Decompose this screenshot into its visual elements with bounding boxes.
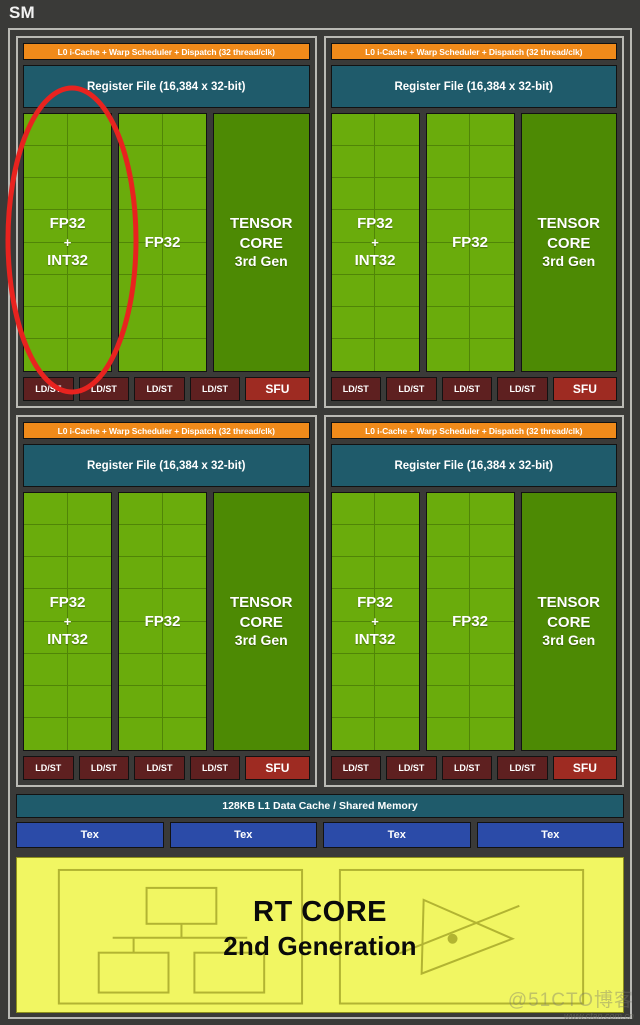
ldst-unit: LD/ST: [23, 377, 74, 401]
fp32-block: FP32: [118, 492, 207, 751]
ldst-unit: LD/ST: [330, 377, 382, 401]
ldst-unit: LD/ST: [189, 756, 241, 780]
core-row: FP32 + INT32 FP32 TENSOR CORE 3rd Gen: [23, 492, 310, 751]
fp32-label: FP32: [452, 233, 488, 251]
ldst-unit: LD/ST: [78, 377, 130, 401]
fp32-label: FP32: [144, 612, 181, 630]
rt-core-title: RT CORE: [253, 896, 387, 928]
tensor-core-block: TENSOR CORE 3rd Gen: [213, 113, 310, 372]
rt-core-subtitle: 2nd Generation: [223, 931, 417, 961]
rt-core-block: RT CORE 2nd Generation: [16, 857, 624, 1013]
warp-scheduler-bar: L0 i-Cache + Warp Scheduler + Dispatch (…: [23, 43, 310, 60]
core-row: FP32 + INT32 FP32 TENSOR CORE 3rd Gen: [330, 113, 617, 372]
tensor-core-label: TENSOR CORE 3rd Gen: [537, 215, 600, 269]
ldst-unit: LD/ST: [497, 377, 548, 401]
ldst-unit: LD/ST: [386, 377, 437, 401]
ldst-sfu-row: LD/ST LD/ST LD/ST LD/ST SFU: [23, 377, 310, 401]
tex-unit: Tex: [169, 822, 317, 848]
sm-architecture-diagram: SM L0 i-Cache + Warp Scheduler + Dispatc…: [0, 0, 640, 1025]
fp32-label: FP32: [144, 233, 181, 251]
processing-block-4: L0 i-Cache + Warp Scheduler + Dispatch (…: [323, 415, 624, 787]
fp32-int32-label: FP32 + INT32: [47, 215, 88, 270]
processing-block-grid: L0 i-Cache + Warp Scheduler + Dispatch (…: [16, 36, 624, 787]
ldst-unit: LD/ST: [386, 756, 437, 780]
processing-block-3: L0 i-Cache + Warp Scheduler + Dispatch (…: [16, 415, 317, 787]
tensor-core-label: TENSOR CORE 3rd Gen: [537, 594, 600, 648]
ldst-sfu-row: LD/ST LD/ST LD/ST LD/ST SFU: [330, 756, 617, 780]
tex-unit-row: Tex Tex Tex Tex: [16, 822, 624, 848]
sm-frame: L0 i-Cache + Warp Scheduler + Dispatch (…: [8, 28, 632, 1019]
fp32-int32-block: FP32 + INT32: [23, 113, 112, 372]
fp32-block: FP32: [425, 492, 515, 751]
warp-scheduler-bar: L0 i-Cache + Warp Scheduler + Dispatch (…: [330, 43, 617, 60]
sfu-unit: SFU: [245, 377, 310, 401]
tex-unit: Tex: [476, 822, 624, 848]
ldst-unit: LD/ST: [441, 377, 493, 401]
fp32-block: FP32: [425, 113, 515, 372]
ldst-unit: LD/ST: [134, 756, 185, 780]
register-file: Register File (16,384 x 32-bit): [330, 65, 617, 108]
warp-scheduler-bar: L0 i-Cache + Warp Scheduler + Dispatch (…: [330, 422, 617, 439]
sfu-unit: SFU: [245, 756, 310, 780]
core-row: FP32 + INT32 FP32 TENSOR CORE 3rd Gen: [23, 113, 310, 372]
register-file: Register File (16,384 x 32-bit): [23, 65, 310, 108]
ldst-unit: LD/ST: [78, 756, 130, 780]
ldst-unit: LD/ST: [23, 756, 74, 780]
ldst-unit: LD/ST: [134, 377, 185, 401]
register-file: Register File (16,384 x 32-bit): [330, 444, 617, 487]
sfu-unit: SFU: [552, 377, 617, 401]
ldst-sfu-row: LD/ST LD/ST LD/ST LD/ST SFU: [23, 756, 310, 780]
fp32-int32-label: FP32 + INT32: [354, 594, 396, 649]
fp32-int32-block: FP32 + INT32: [330, 113, 420, 372]
fp32-int32-block: FP32 + INT32: [330, 492, 420, 751]
core-row: FP32 + INT32 FP32 TENSOR CORE 3rd Gen: [330, 492, 617, 751]
rt-core-label: RT CORE 2nd Generation: [17, 858, 623, 1012]
ldst-unit: LD/ST: [441, 756, 493, 780]
ldst-sfu-row: LD/ST LD/ST LD/ST LD/ST SFU: [330, 377, 617, 401]
fp32-int32-label: FP32 + INT32: [47, 594, 88, 649]
ldst-unit: LD/ST: [330, 756, 382, 780]
ldst-unit: LD/ST: [497, 756, 548, 780]
fp32-int32-block: FP32 + INT32: [23, 492, 112, 751]
fp32-label: FP32: [452, 612, 488, 630]
ldst-unit: LD/ST: [189, 377, 241, 401]
processing-block-2: L0 i-Cache + Warp Scheduler + Dispatch (…: [323, 36, 624, 408]
fp32-int32-label: FP32 + INT32: [354, 215, 396, 270]
sfu-unit: SFU: [552, 756, 617, 780]
fp32-block: FP32: [118, 113, 207, 372]
tensor-core-label: TENSOR CORE 3rd Gen: [229, 594, 293, 648]
processing-block-1: L0 i-Cache + Warp Scheduler + Dispatch (…: [16, 36, 317, 408]
tex-unit: Tex: [16, 822, 164, 848]
register-file: Register File (16,384 x 32-bit): [23, 444, 310, 487]
page-title: SM: [9, 3, 35, 22]
tensor-core-block: TENSOR CORE 3rd Gen: [520, 492, 617, 751]
warp-scheduler-bar: L0 i-Cache + Warp Scheduler + Dispatch (…: [23, 422, 310, 439]
tex-unit: Tex: [323, 822, 471, 848]
tensor-core-block: TENSOR CORE 3rd Gen: [520, 113, 617, 372]
l1-data-cache-bar: 128KB L1 Data Cache / Shared Memory: [16, 794, 624, 818]
tensor-core-block: TENSOR CORE 3rd Gen: [213, 492, 310, 751]
tensor-core-label: TENSOR CORE 3rd Gen: [229, 215, 293, 269]
